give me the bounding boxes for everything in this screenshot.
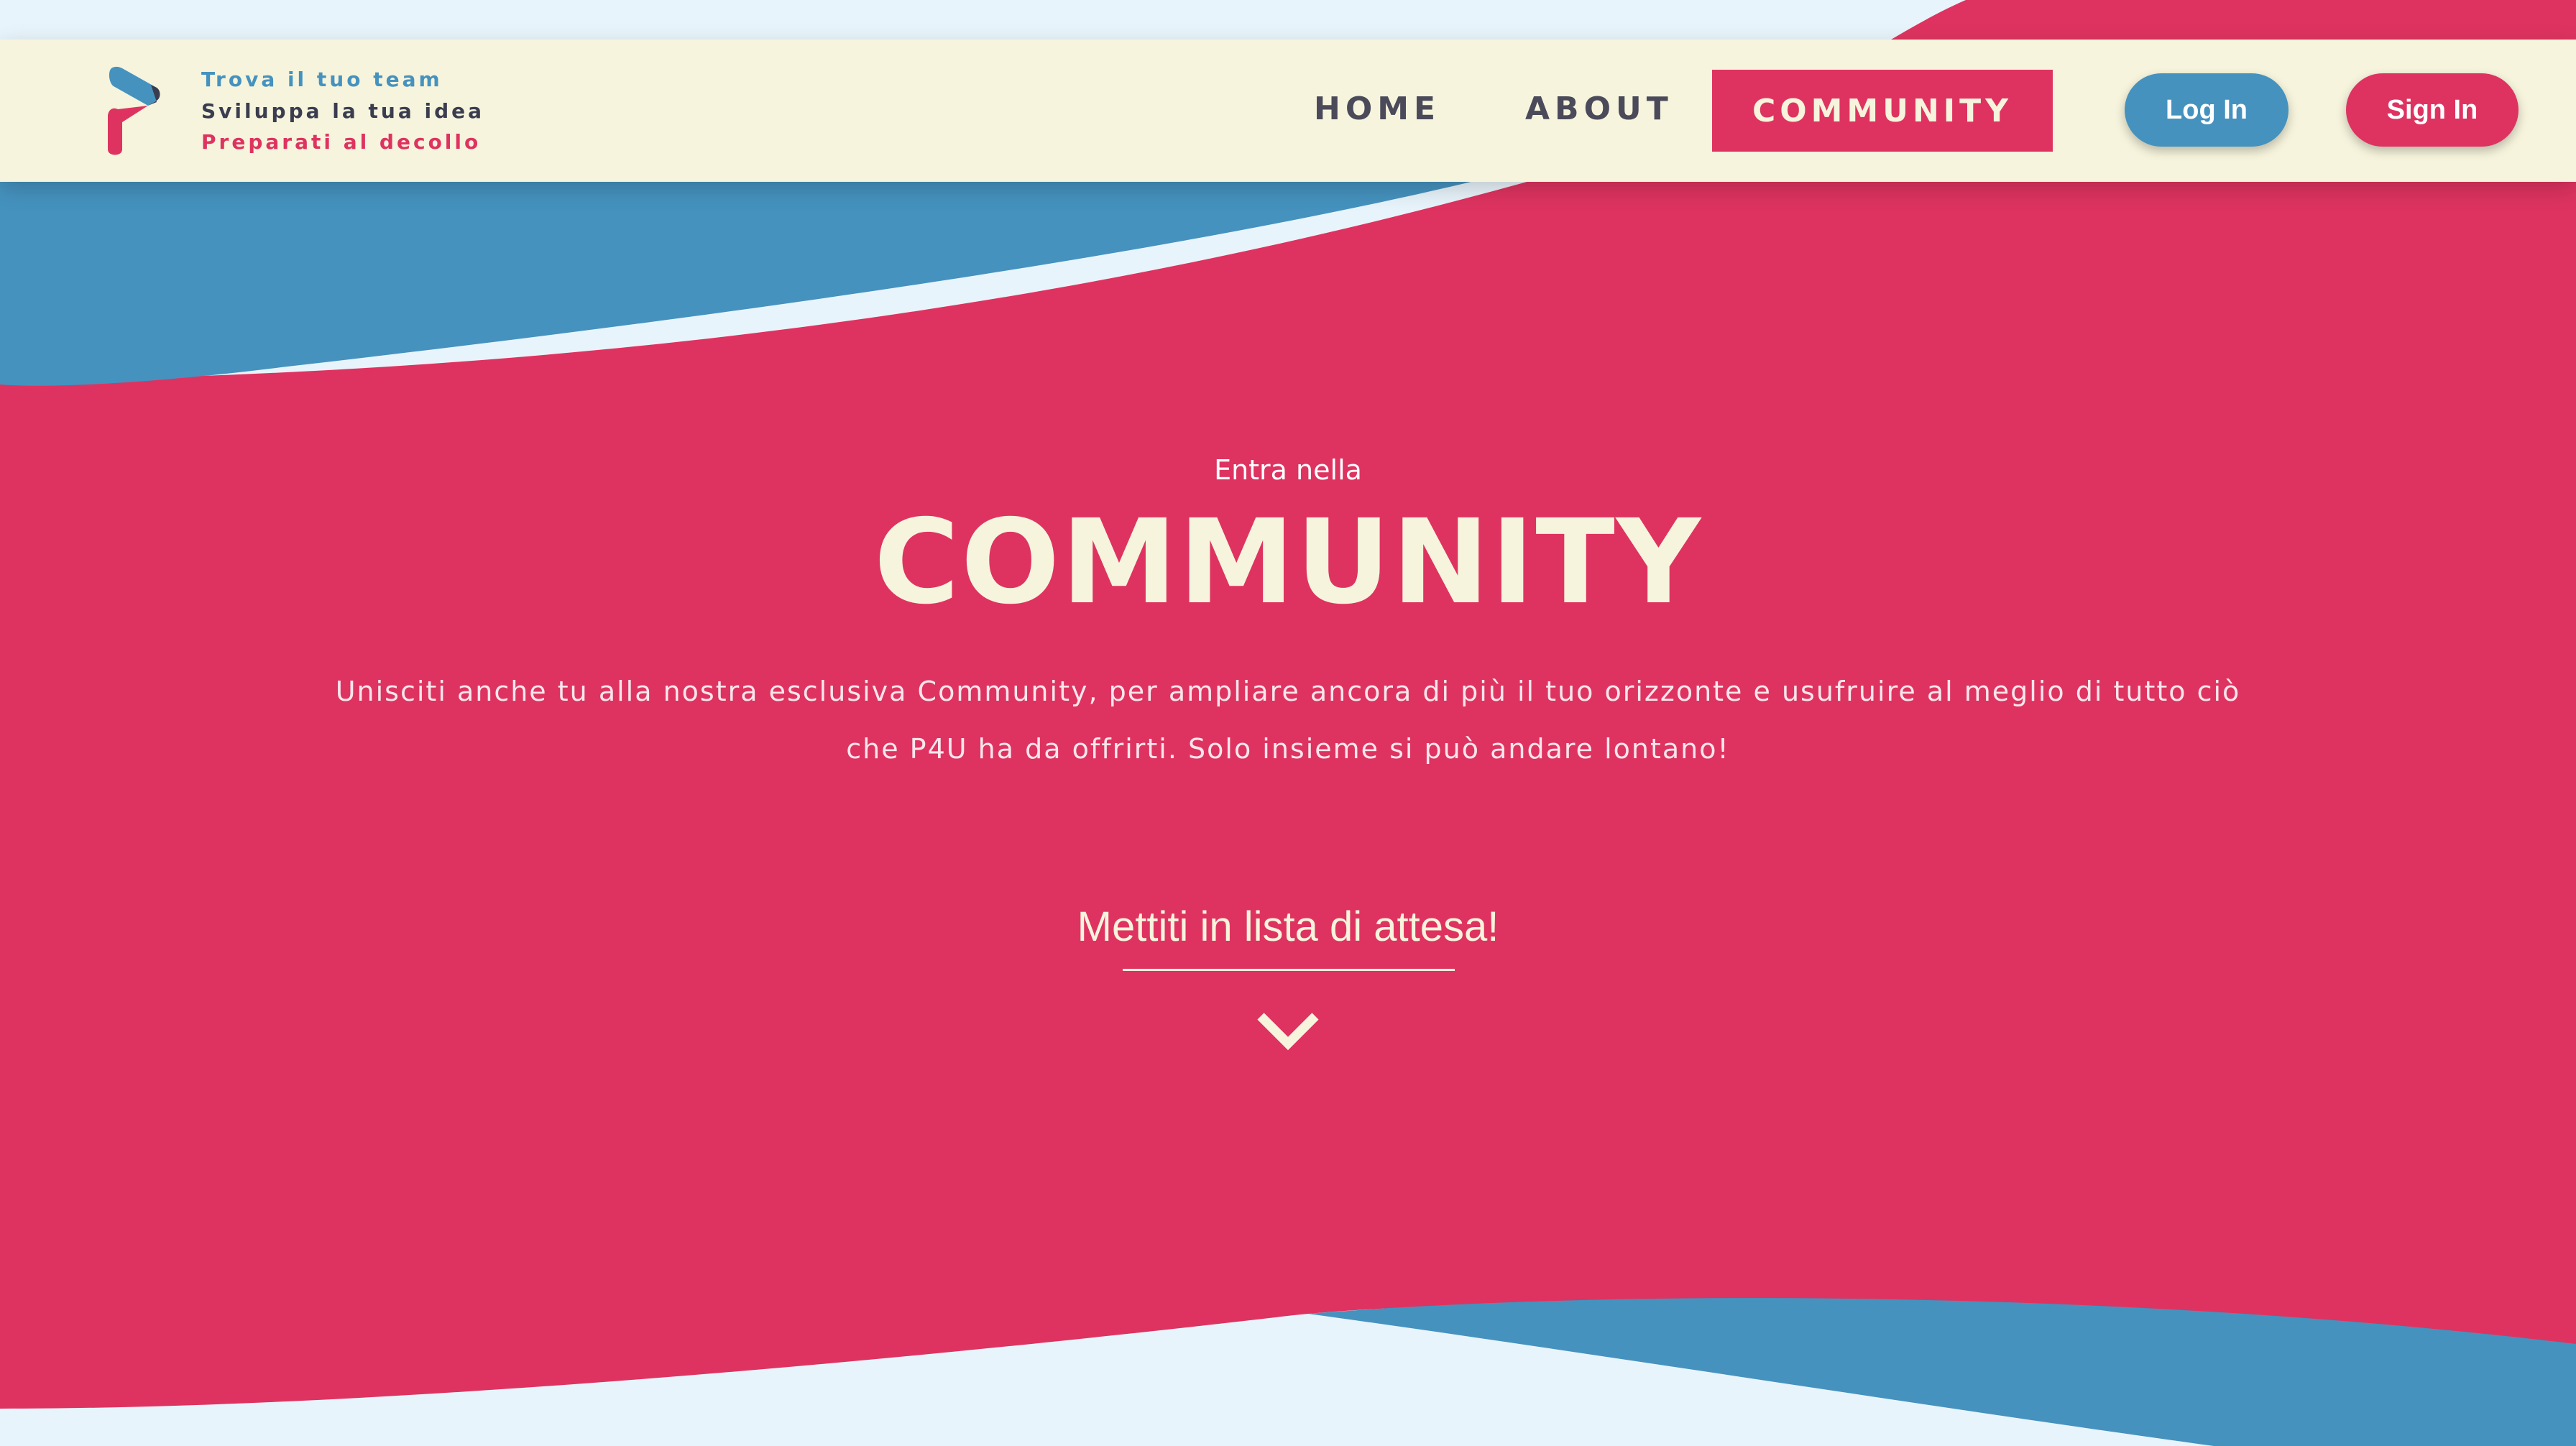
hero-pretitle: Entra nella	[1214, 454, 1362, 486]
tagline-launch: Preparati al decollo	[201, 130, 482, 154]
nav-community-link[interactable]: COMMUNITY	[1712, 70, 2053, 152]
p4u-logo-icon[interactable]	[106, 66, 161, 158]
tagline-team: Trova il tuo team	[201, 68, 443, 91]
tagline-idea: Sviluppa la tua idea	[201, 99, 485, 123]
nav-about-link[interactable]: ABOUT	[1525, 91, 1673, 127]
hero-description: Unisciti anche tu alla nostra esclusiva …	[335, 676, 2241, 765]
login-button[interactable]: Log In	[2125, 73, 2288, 147]
waitlist-underline	[1123, 969, 1455, 971]
nav-home-link[interactable]: HOME	[1314, 91, 1440, 127]
hero-title: COMMUNITY	[873, 495, 1703, 630]
site-header: Trova il tuo team Sviluppa la tua idea P…	[0, 40, 2576, 182]
waitlist-link[interactable]: Mettiti in lista di attesa!	[0, 903, 2576, 951]
chevron-down-icon[interactable]	[1255, 1009, 1321, 1052]
signin-button[interactable]: Sign In	[2346, 73, 2518, 147]
